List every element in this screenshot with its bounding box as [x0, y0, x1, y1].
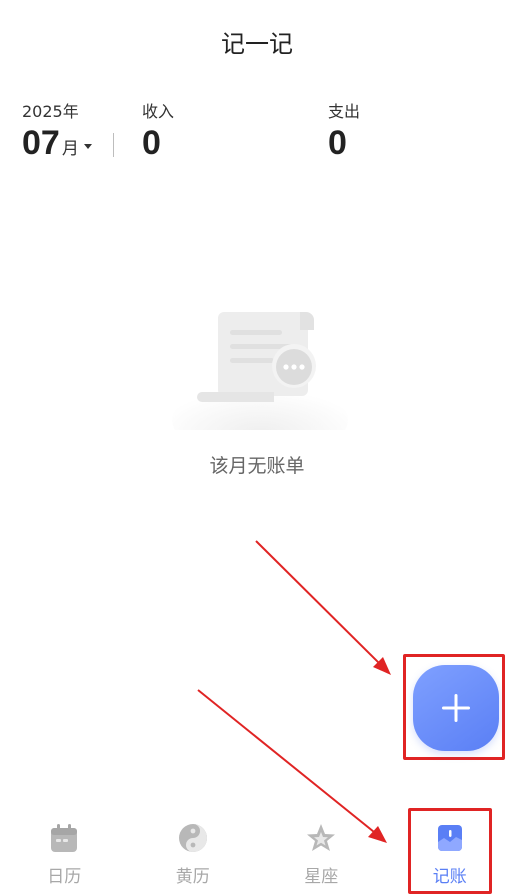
calendar-icon: [51, 824, 78, 852]
star-icon: [307, 824, 336, 851]
tab-constellation[interactable]: 星座: [257, 812, 386, 896]
empty-bill-illustration: [172, 312, 348, 430]
month-unit: 月: [61, 139, 79, 159]
empty-message: 该月无账单: [209, 455, 305, 477]
yin-yang-icon: [178, 824, 207, 852]
plus-icon: [442, 694, 470, 722]
tab-label: 星座: [304, 867, 339, 887]
tab-almanac[interactable]: 黄历: [129, 812, 258, 896]
annotation-arrowhead-fab: [373, 657, 391, 675]
expense-value: 0: [328, 124, 347, 162]
annotation-arrow-fab: [255, 540, 384, 668]
year-label: 2025年: [22, 102, 79, 121]
add-record-button[interactable]: [413, 665, 499, 751]
month-summary: 2025年 07 月 收入 0 支出 0: [22, 96, 514, 176]
tab-highlight-box: [408, 808, 492, 894]
page-title: 记一记: [221, 30, 293, 58]
tab-calendar[interactable]: 日历: [0, 812, 129, 896]
tab-label: 日历: [47, 867, 82, 887]
expense-label: 支出: [328, 102, 361, 121]
divider: [113, 133, 114, 157]
caret-down-icon: [83, 144, 92, 149]
month-number: 07: [22, 124, 60, 162]
income-label: 收入: [142, 102, 175, 121]
income-value: 0: [142, 124, 161, 162]
tab-label: 黄历: [175, 867, 210, 887]
month-selector[interactable]: 07 月: [22, 124, 92, 163]
